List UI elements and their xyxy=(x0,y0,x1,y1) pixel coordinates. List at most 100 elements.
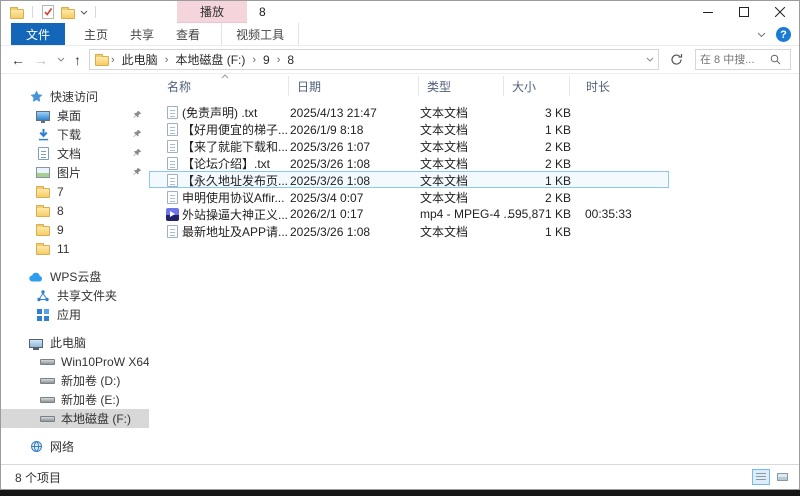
contextual-tab-group[interactable]: 播放 xyxy=(177,1,247,23)
text-file-icon xyxy=(164,173,180,189)
sort-ascending-icon xyxy=(221,74,229,79)
search-input[interactable] xyxy=(700,53,770,66)
column-header-date[interactable]: 日期 xyxy=(289,76,419,96)
tab-home[interactable]: 主页 xyxy=(73,23,119,45)
history-dropdown-icon[interactable] xyxy=(57,57,65,62)
breadcrumb[interactable]: › 此电脑 › 本地磁盘 (F:) › 9 › 8 xyxy=(89,49,659,70)
breadcrumb-drive-f[interactable]: 本地磁盘 (F:) xyxy=(169,51,251,68)
minimize-button[interactable] xyxy=(690,1,726,23)
sidebar-item-label: 新加卷 (E:) xyxy=(61,393,120,407)
file-size: 2 KB xyxy=(544,156,571,171)
file-type: 文本文档 xyxy=(420,191,469,205)
pin-icon[interactable] xyxy=(132,110,142,120)
breadcrumb-this-pc[interactable]: 此电脑 xyxy=(116,51,164,68)
thumbnails-view-button[interactable] xyxy=(773,469,791,485)
file-row[interactable]: 外站操逼大神正义... 2026/2/1 0:17 mp4 - MPEG-4 .… xyxy=(149,205,669,222)
sidebar-item-drive-c[interactable]: Win10ProW X64 (C:) xyxy=(1,352,149,371)
file-row[interactable]: (免责声明) .txt 2025/4/13 21:47 文本文档 3 KB xyxy=(149,103,669,120)
file-type: 文本文档 xyxy=(420,174,469,188)
address-dropdown-icon[interactable] xyxy=(646,57,654,62)
desktop-icon xyxy=(35,108,51,124)
file-size: 2 KB xyxy=(544,190,571,205)
navigation-pane: 快速访问 桌面 下载 文档 图片 7 8 9 11 WPS云盘 共享文件夹 应用… xyxy=(1,74,149,464)
file-row[interactable]: 【好用便宜的梯子... 2026/1/9 8:18 文本文档 1 KB xyxy=(149,120,669,137)
up-icon[interactable]: ↑ xyxy=(74,53,81,67)
sidebar-item-label: WPS云盘 xyxy=(50,270,102,284)
sidebar-item-desktop[interactable]: 桌面 xyxy=(1,106,149,125)
sidebar-item-this-pc[interactable]: 此电脑 xyxy=(1,333,149,352)
sidebar-item-drive-d[interactable]: 新加卷 (D:) xyxy=(1,371,149,390)
computer-icon xyxy=(28,335,44,351)
sidebar-item-folder-8[interactable]: 8 xyxy=(1,201,149,220)
file-row[interactable]: 申明使用协议Affir... 2025/3/4 0:07 文本文档 2 KB xyxy=(149,188,669,205)
sidebar-item-wps-cloud[interactable]: WPS云盘 xyxy=(1,267,149,286)
file-name: 外站操逼大神正义... xyxy=(182,207,289,222)
file-type: 文本文档 xyxy=(420,123,469,137)
pin-icon[interactable] xyxy=(132,148,142,158)
window-controls xyxy=(690,1,798,23)
file-name: 【永久地址发布页... xyxy=(182,174,289,188)
sidebar-item-network[interactable]: 网络 xyxy=(1,437,149,456)
sidebar-item-shared-folder[interactable]: 共享文件夹 xyxy=(1,286,149,305)
sidebar-item-label: 网络 xyxy=(50,440,75,454)
sidebar-item-label: 9 xyxy=(57,222,64,237)
back-icon[interactable]: ← xyxy=(11,53,25,67)
file-size: 595,871 KB xyxy=(508,207,571,221)
sidebar-item-drive-e[interactable]: 新加卷 (E:) xyxy=(1,390,149,409)
sidebar-item-downloads[interactable]: 下载 xyxy=(1,125,149,144)
tab-view[interactable]: 查看 xyxy=(165,23,211,45)
sidebar-item-folder-11[interactable]: 11 xyxy=(1,239,149,258)
pin-icon[interactable] xyxy=(132,129,142,139)
taskbar-edge xyxy=(0,490,800,496)
column-header-size[interactable]: 大小 xyxy=(504,76,570,96)
file-row[interactable]: 最新地址及APP请... 2025/3/26 1:08 文本文档 1 KB xyxy=(149,222,669,239)
sidebar-item-pictures[interactable]: 图片 xyxy=(1,163,149,182)
file-row-selected[interactable]: 【永久地址发布页... 2025/3/26 1:08 文本文档 1 KB xyxy=(149,171,669,188)
sidebar-item-label: 7 xyxy=(57,184,64,199)
breadcrumb-folder-8[interactable]: 8 xyxy=(281,53,300,67)
file-row[interactable]: 【来了就能下载和... 2025/3/26 1:07 文本文档 2 KB xyxy=(149,137,669,154)
sidebar-item-label: 共享文件夹 xyxy=(57,289,118,303)
star-icon xyxy=(28,89,44,105)
apps-grid-icon xyxy=(35,307,51,323)
sidebar-item-folder-7[interactable]: 7 xyxy=(1,182,149,201)
network-icon xyxy=(28,439,44,455)
help-icon[interactable]: ? xyxy=(776,27,791,42)
explorer-window: 播放 8 文件 主页 共享 查看 视频工具 ? ← → ↑ › 此电脑 › 本地… xyxy=(0,0,800,490)
file-name: (免责声明) .txt xyxy=(182,106,258,120)
pin-icon[interactable] xyxy=(132,167,142,177)
column-header-name[interactable]: 名称 xyxy=(163,74,289,96)
tab-video-tools[interactable]: 视频工具 xyxy=(221,23,300,45)
refresh-icon[interactable] xyxy=(665,49,687,70)
sidebar-item-label: 此电脑 xyxy=(50,336,87,350)
sidebar-item-drive-f[interactable]: 本地磁盘 (F:) xyxy=(1,409,149,428)
file-name: 最新地址及APP请... xyxy=(182,225,289,239)
text-file-icon xyxy=(164,224,180,240)
sidebar-item-quick-access[interactable]: 快速访问 xyxy=(1,87,149,106)
breadcrumb-folder-9[interactable]: 9 xyxy=(257,53,276,67)
sidebar-item-label: 快速访问 xyxy=(50,90,99,104)
new-folder-icon[interactable] xyxy=(60,4,76,20)
sidebar-item-folder-9[interactable]: 9 xyxy=(1,220,149,239)
tab-file[interactable]: 文件 xyxy=(11,23,66,45)
close-button[interactable] xyxy=(762,1,798,23)
column-header-duration[interactable]: 时长 xyxy=(578,76,640,96)
share-icon xyxy=(35,288,51,304)
maximize-button[interactable] xyxy=(726,1,762,23)
file-row[interactable]: 【论坛介绍】.txt 2025/3/26 1:08 文本文档 2 KB xyxy=(149,154,669,171)
status-bar: 8 个项目 xyxy=(1,464,799,489)
column-header-type[interactable]: 类型 xyxy=(419,76,504,96)
sidebar-item-apps[interactable]: 应用 xyxy=(1,305,149,324)
expand-ribbon-icon[interactable] xyxy=(757,32,766,38)
tab-share[interactable]: 共享 xyxy=(119,23,165,45)
drive-icon xyxy=(39,354,55,370)
sidebar-item-documents[interactable]: 文档 xyxy=(1,144,149,163)
details-view-button[interactable] xyxy=(752,469,770,485)
search-box[interactable] xyxy=(695,49,791,70)
text-file-icon xyxy=(164,156,180,172)
drive-icon xyxy=(39,373,55,389)
properties-icon[interactable] xyxy=(40,4,56,20)
forward-icon[interactable]: → xyxy=(34,53,48,67)
drive-icon xyxy=(39,411,55,427)
qat-dropdown-icon[interactable] xyxy=(80,10,88,15)
